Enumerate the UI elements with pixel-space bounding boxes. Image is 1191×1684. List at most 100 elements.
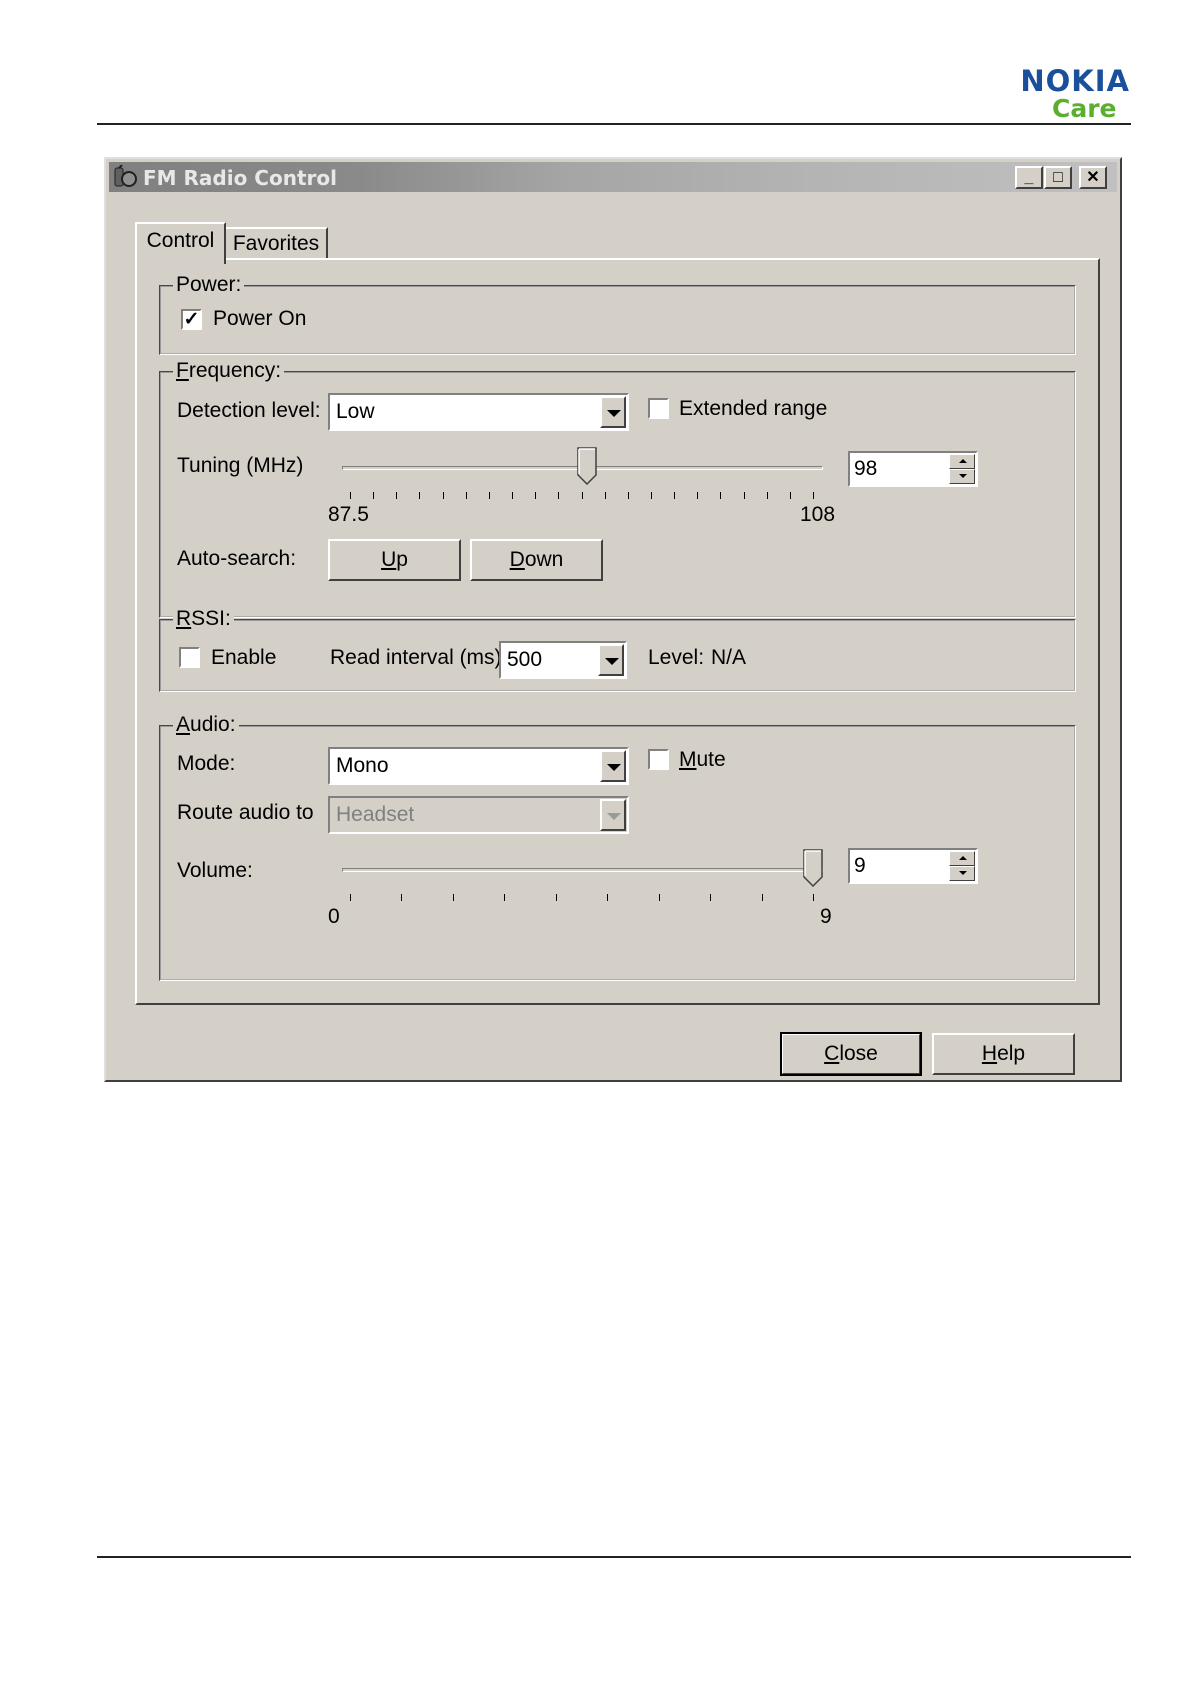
slider-tick [581,492,583,499]
tuning-slider-thumb[interactable] [577,447,597,485]
read-interval-label: Read interval (ms): [330,646,508,669]
volume-label: Volume: [177,859,253,882]
slider-tick [627,492,629,499]
volume-min-label: 0 [328,905,340,928]
tuning-spinbox[interactable]: 98 [848,451,978,487]
tab-favorites-label: Favorites [232,232,320,255]
help-accel: H [981,1042,998,1065]
tab-control[interactable]: Control [135,222,226,264]
slider-tick [650,492,652,499]
close-accel: C [824,1042,840,1065]
chevron-down-icon[interactable] [598,644,624,676]
slider-tick [419,492,421,499]
spin-down-icon[interactable] [949,469,975,484]
help-button[interactable]: Help [932,1033,1075,1075]
search-down-label-rest: own [524,548,564,571]
slider-tick [452,894,454,901]
read-interval-select[interactable]: 500 [499,641,627,679]
control-tab-panel: Power: ✓ Power On Frequency: Detection l… [135,258,1100,1005]
slider-tick [488,492,490,499]
chevron-down-icon [600,799,626,831]
tuning-max-label: 108 [800,503,836,526]
extended-range-checkbox[interactable] [648,398,669,419]
close-button[interactable]: Close [780,1032,922,1076]
audio-group: Audio: Mode: Mono Mute Route audio to He… [159,713,1076,981]
search-up-label-rest: p [396,548,408,571]
slider-tick [813,492,814,499]
frequency-group: Frequency: Detection level: Low Extended… [159,359,1076,618]
nokia-care-logo: NOKIA Care [990,66,1130,122]
slider-tick [789,492,791,499]
tuning-min-label: 87.5 [328,503,369,526]
detection-level-value: Low [336,400,375,423]
tuning-value: 98 [854,457,878,480]
power-on-label: Power On [213,307,307,330]
slider-tick [512,492,514,499]
read-interval-value: 500 [507,648,543,671]
route-audio-value: Headset [336,803,415,826]
maximize-icon: □ [1053,169,1063,186]
slider-tick [674,492,676,499]
rssi-level-value: N/A [711,646,747,669]
tab-control-label: Control [146,229,215,252]
chevron-down-icon[interactable] [600,750,626,782]
minimize-button[interactable]: _ [1015,166,1043,189]
mute-label-rest: ute [696,748,726,771]
mode-label: Mode: [177,752,236,775]
slider-tick [604,492,606,499]
close-window-button[interactable]: ✕ [1079,166,1107,189]
slider-tick [743,492,745,499]
frequency-label-rest: requency: [188,359,282,382]
audio-label-rest: udio: [190,713,236,736]
chevron-down-icon[interactable] [600,396,626,428]
close-label-rest: lose [839,1042,878,1065]
route-audio-select[interactable]: Headset [328,796,629,834]
search-down-button[interactable]: Down [470,539,603,581]
rssi-group: RSSI: Enable Read interval (ms): 500 Lev… [159,607,1076,692]
slider-tick [658,894,660,901]
slider-tick [710,894,712,901]
rssi-label-rest: SSI: [191,607,231,630]
slider-tick [607,894,609,901]
spin-down-icon[interactable] [949,866,975,881]
slider-tick [442,492,444,499]
slider-tick [766,492,768,499]
search-up-accel: U [381,548,397,571]
logo-sub-brand: Care [1052,94,1117,123]
spin-up-icon[interactable] [949,454,975,469]
slider-tick [697,492,699,499]
volume-max-label: 9 [820,905,832,928]
maximize-button[interactable]: □ [1044,166,1072,189]
header-rule [97,123,1131,125]
mute-checkbox[interactable] [648,749,669,770]
mute-accel: M [679,748,697,771]
extended-range-label: Extended range [679,397,828,420]
slider-tick [720,492,722,499]
spin-up-icon[interactable] [949,851,975,866]
window-title: FM Radio Control [143,166,337,190]
power-on-checkbox[interactable]: ✓ [181,309,202,330]
volume-spinbox[interactable]: 9 [848,848,978,884]
slider-tick [555,894,557,901]
detection-level-select[interactable]: Low [328,393,629,431]
search-up-button[interactable]: Up [328,539,461,581]
logo-brand: NOKIA [1020,64,1130,98]
audio-accel: A [176,713,191,736]
mute-label: Mute [679,748,726,772]
title-bar[interactable]: FM Radio Control _ □ ✕ [109,162,1117,192]
frequency-group-label: Frequency: [173,359,285,383]
route-audio-label: Route audio to [177,801,314,824]
minimize-icon: _ [1024,169,1034,186]
volume-slider-thumb[interactable] [803,849,823,887]
slider-tick [558,492,560,499]
help-label-rest: elp [997,1042,1026,1065]
rssi-level-label: Level: [648,646,705,669]
slider-tick [535,492,537,499]
slider-tick [813,894,814,901]
rssi-enable-checkbox[interactable] [179,647,200,668]
slider-tick [761,894,763,901]
tuning-label: Tuning (MHz) [177,454,304,477]
audio-mode-select[interactable]: Mono [328,747,629,785]
volume-slider-track [342,868,823,872]
tab-favorites[interactable]: Favorites [224,227,328,260]
